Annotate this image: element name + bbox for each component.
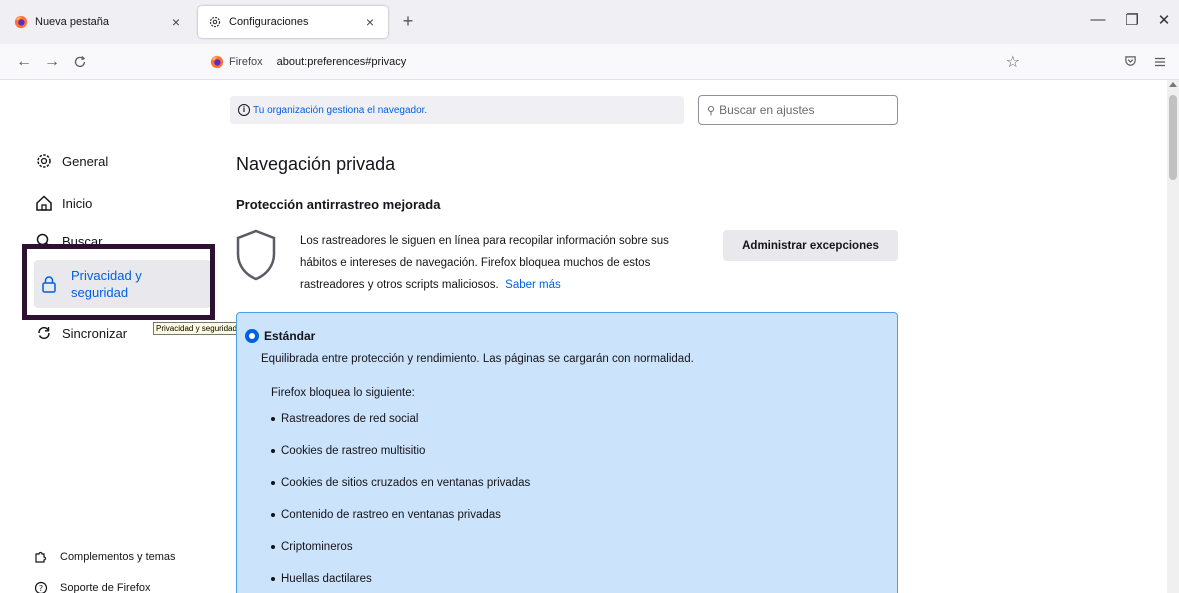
scroll-up-arrow-icon[interactable] bbox=[1169, 82, 1177, 87]
policy-notice-text[interactable]: Tu organización gestiona el navegador. bbox=[253, 105, 427, 116]
forward-button[interactable]: → bbox=[42, 52, 62, 72]
bullet-icon bbox=[271, 513, 275, 517]
sidebar-addons-link[interactable]: Complementos y temas bbox=[34, 550, 176, 564]
list-item-text: Criptomineros bbox=[281, 541, 353, 553]
sidebar-item-sync[interactable]: Sincronizar bbox=[34, 323, 127, 343]
pocket-icon bbox=[1124, 56, 1136, 66]
preferences-page: i Tu organización gestiona el navegador.… bbox=[0, 80, 1179, 593]
firefox-icon bbox=[210, 55, 224, 69]
sync-icon bbox=[34, 323, 54, 343]
annotation-highlight-box bbox=[22, 244, 215, 320]
shield-icon bbox=[236, 229, 276, 281]
sidebar-item-general[interactable]: General bbox=[34, 151, 108, 171]
search-settings-input[interactable]: ⚲ Buscar en ajustes bbox=[698, 95, 898, 125]
sidebar-footer-label: Soporte de Firefox bbox=[60, 582, 151, 593]
section-title: Protección antirrastreo mejorada bbox=[236, 197, 441, 212]
bullet-icon bbox=[271, 417, 275, 421]
close-tab-icon[interactable]: × bbox=[362, 14, 378, 30]
home-icon bbox=[34, 193, 54, 213]
etp-description-line: Los rastreadores le siguen en línea para… bbox=[300, 235, 669, 247]
standard-protection-option[interactable]: Estándar Equilibrada entre protección y … bbox=[236, 312, 898, 593]
reload-button[interactable] bbox=[70, 52, 90, 72]
list-item: Contenido de rastreo en ventanas privada… bbox=[271, 509, 501, 521]
sidebar-support-link[interactable]: ? Soporte de Firefox bbox=[34, 581, 151, 593]
bullet-icon bbox=[271, 545, 275, 549]
restore-button[interactable]: ❐ bbox=[1120, 11, 1144, 29]
search-placeholder: Buscar en ajustes bbox=[719, 103, 815, 117]
list-item: Huellas dactilares bbox=[271, 573, 372, 585]
sidebar-footer-label: Complementos y temas bbox=[60, 551, 176, 563]
tab-strip: Nueva pestaña × Configuraciones × + — ❐ … bbox=[0, 0, 1179, 44]
etp-description-line: rastreadores y otros scripts maliciosos.… bbox=[300, 274, 720, 296]
bookmark-star-icon[interactable]: ☆ bbox=[1006, 52, 1020, 72]
svg-text:?: ? bbox=[39, 584, 43, 593]
identity-label: Firefox bbox=[229, 56, 263, 68]
policy-notice[interactable]: i Tu organización gestiona el navegador. bbox=[230, 96, 684, 124]
bullet-icon bbox=[271, 481, 275, 485]
list-item: Cookies de rastreo multisitio bbox=[271, 445, 425, 457]
list-item-text: Rastreadores de red social bbox=[281, 413, 419, 425]
hamburger-icon bbox=[1155, 57, 1165, 67]
sidebar-item-label: Inicio bbox=[62, 195, 93, 211]
reload-icon bbox=[74, 56, 86, 68]
list-item: Criptomineros bbox=[271, 541, 353, 553]
tooltip: Privacidad y seguridad bbox=[153, 322, 240, 335]
etp-description-line: hábitos e intereses de navegación. Firef… bbox=[300, 257, 651, 269]
standard-description: Equilibrada entre protección y rendimien… bbox=[261, 353, 694, 365]
back-button[interactable]: ← bbox=[14, 52, 34, 72]
bullet-icon bbox=[271, 449, 275, 453]
vertical-scrollbar[interactable] bbox=[1167, 80, 1179, 593]
menu-button[interactable] bbox=[1150, 52, 1170, 72]
etp-description-text: rastreadores y otros scripts maliciosos. bbox=[300, 279, 499, 291]
puzzle-icon bbox=[34, 550, 48, 564]
search-icon: ⚲ bbox=[707, 104, 716, 117]
standard-radio[interactable] bbox=[245, 329, 259, 343]
url-bar[interactable]: Firefox about:preferences#privacy ☆ bbox=[200, 48, 1030, 76]
help-icon: ? bbox=[34, 581, 48, 593]
tab-title: Configuraciones bbox=[229, 16, 309, 28]
minimize-button[interactable]: — bbox=[1086, 11, 1110, 28]
close-window-button[interactable]: ✕ bbox=[1152, 11, 1176, 29]
new-tab-button[interactable]: + bbox=[398, 12, 418, 32]
tab-title: Nueva pestaña bbox=[35, 16, 109, 28]
list-item: Rastreadores de red social bbox=[271, 413, 418, 425]
blocks-list-title: Firefox bloquea lo siguiente: bbox=[271, 387, 415, 399]
bullet-icon bbox=[271, 577, 275, 581]
tab-new-tab[interactable]: Nueva pestaña × bbox=[4, 6, 194, 38]
sidebar-item-label: General bbox=[62, 153, 109, 169]
list-item-text: Cookies de rastreo multisitio bbox=[281, 445, 426, 457]
navigation-toolbar: ← → Firefox about:preferences#privacy ☆ bbox=[0, 44, 1179, 80]
list-item: Cookies de sitios cruzados en ventanas p… bbox=[271, 477, 530, 489]
list-item-text: Contenido de rastreo en ventanas privada… bbox=[281, 509, 501, 521]
manage-exceptions-button[interactable]: Administrar excepciones bbox=[723, 230, 898, 261]
sidebar-item-home[interactable]: Inicio bbox=[34, 193, 92, 213]
list-item-text: Huellas dactilares bbox=[281, 573, 372, 585]
page-title: Navegación privada bbox=[236, 154, 396, 174]
close-tab-icon[interactable]: × bbox=[168, 14, 184, 30]
tab-settings[interactable]: Configuraciones × bbox=[198, 6, 388, 38]
scrollbar-thumb[interactable] bbox=[1169, 95, 1177, 180]
list-item-text: Cookies de sitios cruzados en ventanas p… bbox=[281, 477, 531, 489]
url-text[interactable]: about:preferences#privacy bbox=[277, 56, 407, 68]
sidebar-item-label: Sincronizar bbox=[62, 325, 128, 341]
standard-title: Estándar bbox=[264, 329, 316, 343]
pocket-button[interactable] bbox=[1120, 52, 1140, 72]
learn-more-link[interactable]: Saber más bbox=[505, 279, 561, 291]
firefox-icon bbox=[14, 15, 28, 29]
info-icon: i bbox=[238, 104, 250, 116]
etp-description: Los rastreadores le siguen en línea para… bbox=[300, 230, 720, 296]
gear-icon bbox=[34, 151, 54, 171]
gear-icon bbox=[209, 16, 221, 28]
